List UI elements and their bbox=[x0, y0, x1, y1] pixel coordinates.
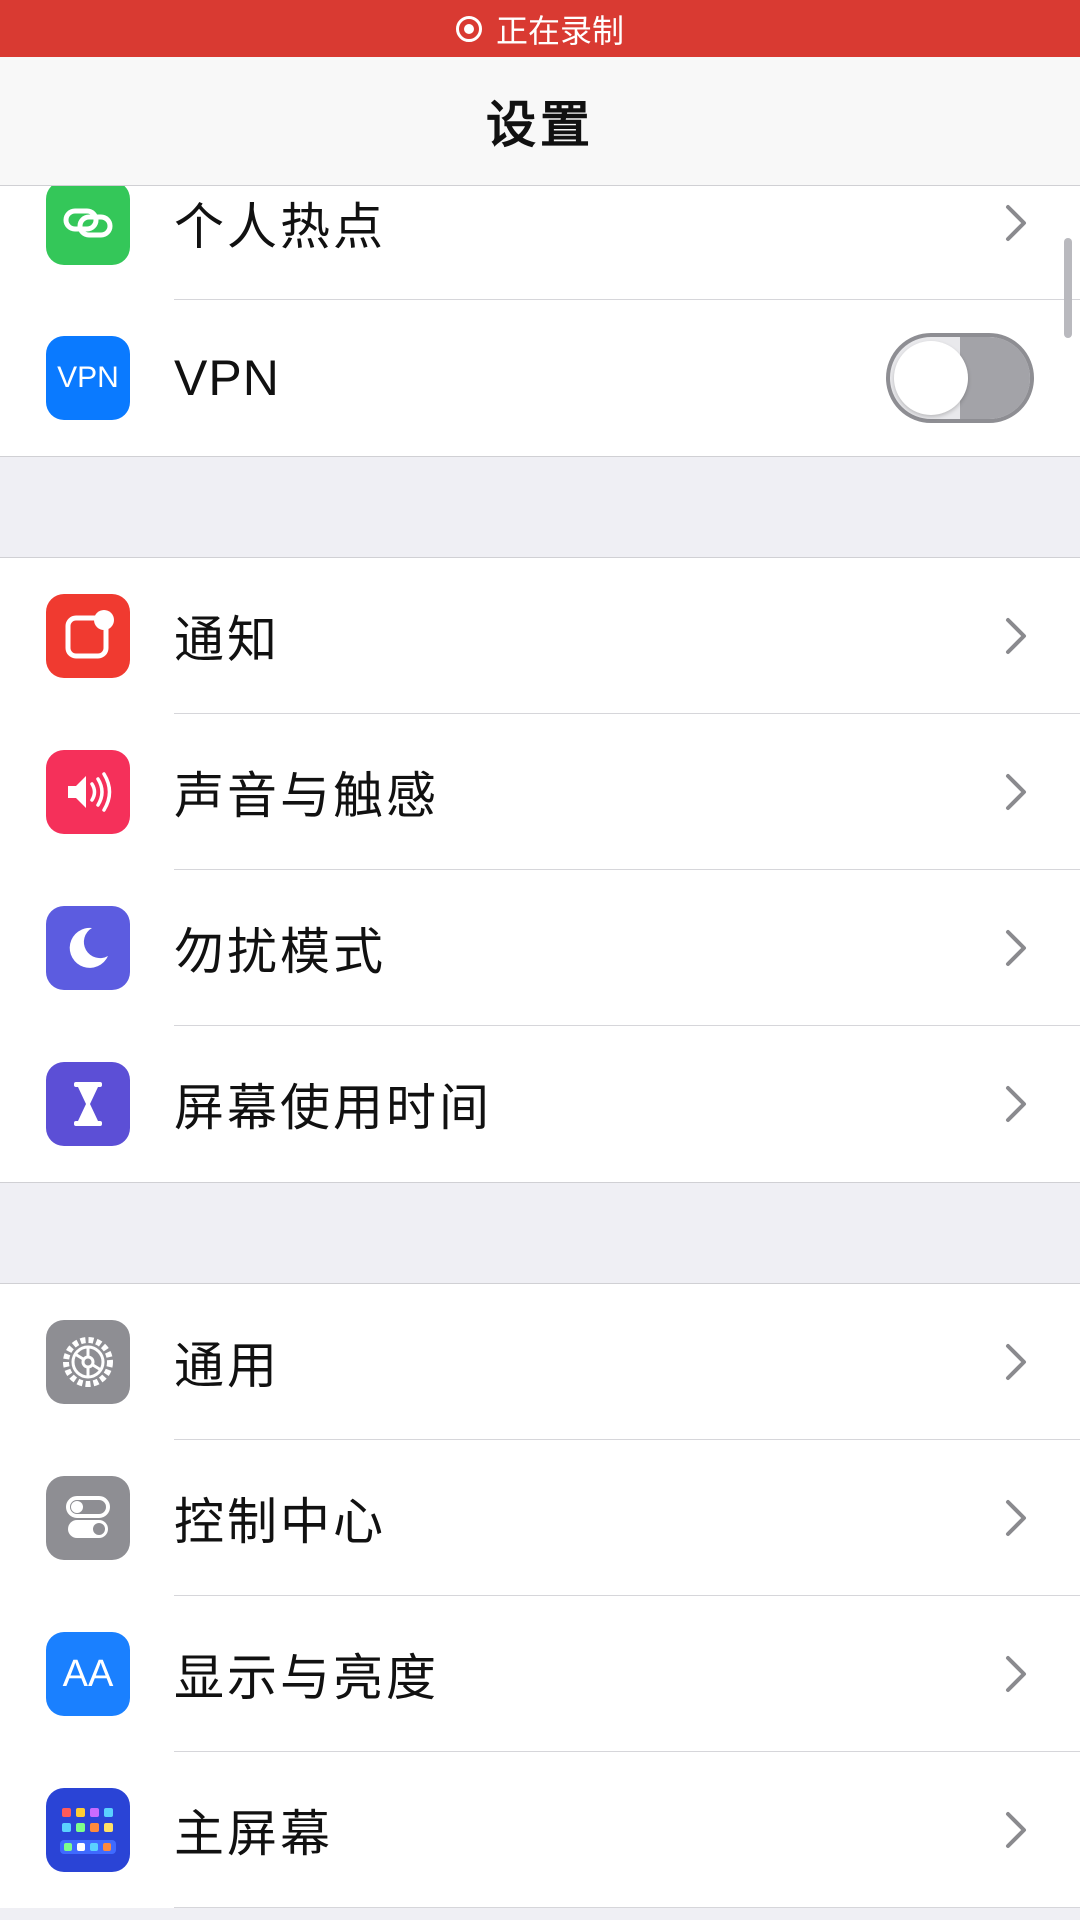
switches-icon bbox=[46, 1476, 130, 1560]
chevron-right-icon bbox=[998, 774, 1034, 810]
settings-item-label: VPN bbox=[174, 350, 280, 406]
settings-group-notifications: 通知 声音与触感 勿扰模式 屏幕使用时间 bbox=[0, 558, 1080, 1182]
chevron-right-icon bbox=[998, 1812, 1034, 1848]
text-size-icon: AA bbox=[46, 1632, 130, 1716]
chevron-right-icon bbox=[998, 1656, 1034, 1692]
notification-icon bbox=[46, 594, 130, 678]
settings-item-label: 屏幕使用时间 bbox=[174, 1079, 492, 1137]
section-spacer bbox=[0, 456, 1080, 558]
settings-group-network: 个人热点 VPN VPN bbox=[0, 186, 1080, 456]
settings-item-home-screen[interactable]: 主屏幕 bbox=[0, 1752, 1080, 1908]
hourglass-icon bbox=[46, 1062, 130, 1146]
settings-item-notifications[interactable]: 通知 bbox=[0, 558, 1080, 714]
chevron-right-icon bbox=[998, 205, 1034, 241]
chevron-right-icon bbox=[998, 930, 1034, 966]
settings-item-general[interactable]: 通用 bbox=[0, 1284, 1080, 1440]
settings-item-label: 主屏幕 bbox=[174, 1805, 333, 1863]
text-size-icon-text: AA bbox=[62, 1652, 114, 1695]
navigation-bar: 设置 bbox=[0, 57, 1080, 186]
settings-item-do-not-disturb[interactable]: 勿扰模式 bbox=[0, 870, 1080, 1026]
settings-item-screen-time[interactable]: 屏幕使用时间 bbox=[0, 1026, 1080, 1182]
settings-item-display-brightness[interactable]: AA 显示与亮度 bbox=[0, 1596, 1080, 1752]
vpn-icon-text: VPN bbox=[57, 361, 119, 394]
settings-item-label: 通知 bbox=[174, 611, 280, 669]
record-icon bbox=[455, 15, 482, 42]
moon-icon bbox=[46, 906, 130, 990]
toggle-knob bbox=[894, 341, 968, 415]
settings-item-label: 勿扰模式 bbox=[174, 923, 386, 981]
scroll-indicator[interactable] bbox=[1064, 238, 1072, 338]
chevron-right-icon bbox=[998, 1344, 1034, 1380]
separator bbox=[174, 1907, 1080, 1908]
app-grid-icon bbox=[46, 1788, 130, 1872]
vpn-toggle[interactable] bbox=[886, 333, 1034, 423]
section-spacer bbox=[0, 1182, 1080, 1284]
settings-item-vpn[interactable]: VPN VPN bbox=[0, 300, 1080, 456]
chevron-right-icon bbox=[998, 618, 1034, 654]
settings-list[interactable]: 个人热点 VPN VPN 通知 声音与触感 勿扰模式 屏幕使用时间 通用 控制中… bbox=[0, 186, 1080, 1920]
settings-item-label: 通用 bbox=[174, 1337, 280, 1395]
chevron-right-icon bbox=[998, 1086, 1034, 1122]
speaker-icon bbox=[46, 750, 130, 834]
settings-item-label: 声音与触感 bbox=[174, 767, 439, 825]
settings-item-label: 控制中心 bbox=[174, 1493, 386, 1551]
settings-item-label: 个人热点 bbox=[174, 198, 386, 256]
chevron-right-icon bbox=[998, 1500, 1034, 1536]
gear-icon bbox=[46, 1320, 130, 1404]
settings-item-sounds[interactable]: 声音与触感 bbox=[0, 714, 1080, 870]
link-icon bbox=[46, 186, 130, 265]
recording-status-bar[interactable]: 正在录制 bbox=[0, 0, 1080, 57]
settings-item-personal-hotspot[interactable]: 个人热点 bbox=[0, 186, 1080, 300]
settings-group-general: 通用 控制中心 AA 显示与亮度 主屏幕 bbox=[0, 1284, 1080, 1908]
page-title: 设置 bbox=[486, 96, 594, 154]
vpn-icon: VPN bbox=[46, 336, 130, 420]
settings-item-label: 显示与亮度 bbox=[174, 1649, 439, 1707]
recording-text: 正在录制 bbox=[495, 11, 624, 50]
settings-item-control-center[interactable]: 控制中心 bbox=[0, 1440, 1080, 1596]
